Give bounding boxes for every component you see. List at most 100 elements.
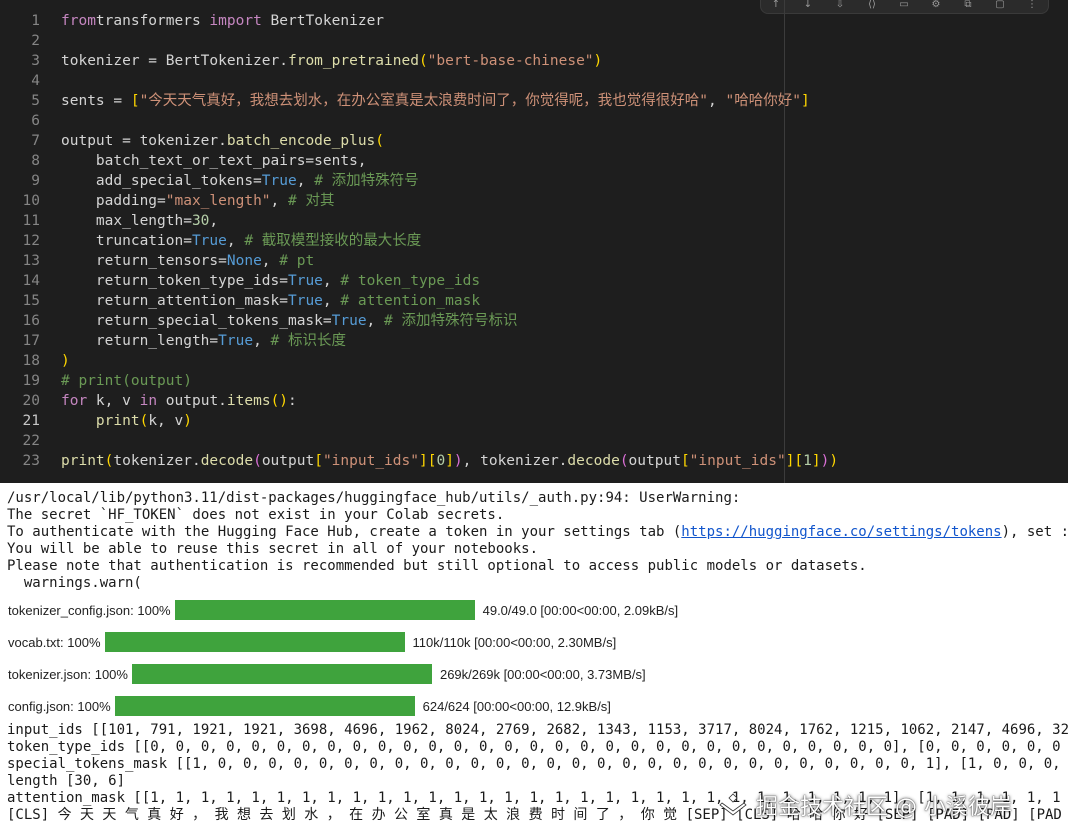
code-token: from: [61, 13, 96, 29]
code-line[interactable]: print(tokenizer.decode(output["input_ids…: [61, 451, 838, 471]
code-token: ): [61, 353, 70, 369]
code-token: 0: [436, 453, 446, 469]
code-token: ,: [296, 173, 315, 189]
warning-line: warnings.warn(: [7, 575, 142, 591]
code-line[interactable]: return_special_tokens_mask=True, # 添加特殊符…: [61, 311, 518, 331]
code-line[interactable]: truncation=True, # 截取模型接收的最大长度: [61, 231, 421, 251]
watermark-text: 掘金技术社区 @ 小溪彼岸: [756, 795, 1012, 820]
code-token: 30: [191, 213, 210, 229]
code-token: output = tokenizer.: [61, 133, 227, 149]
code-token: None: [226, 253, 262, 269]
code-token: ): [183, 413, 192, 429]
line-number: 7: [31, 133, 40, 149]
code-line[interactable]: # print(output): [61, 371, 192, 391]
code-token: "bert-base-chinese": [427, 53, 594, 69]
code-line[interactable]: return_token_type_ids=True, # token_type…: [61, 271, 480, 291]
line-number: 12: [22, 233, 40, 249]
code-token: (): [270, 393, 289, 409]
code-editor[interactable]: ↑ ↓ ⇩ ⟨⟩ ▭ ⚙ ⧉ ▢ ⋮ 1 2 3 4 5 6 7 8 9 10 11 12 13 14 15…: [0, 0, 1068, 483]
code-token: in: [139, 393, 158, 409]
code-token: [: [130, 93, 140, 109]
progress-row: config.json: 100% 624/624 [00:00<00:00, …: [8, 696, 611, 716]
code-token: from_pretrained: [287, 53, 419, 69]
line-number: 22: [22, 433, 40, 449]
code-token: "input_ids": [689, 453, 786, 469]
code-line[interactable]: return_attention_mask=True, # attention_…: [61, 291, 480, 311]
juejin-logo-icon: [719, 793, 747, 816]
code-line[interactable]: tokenizer = BertTokenizer.from_pretraine…: [61, 51, 602, 71]
code-area[interactable]: fromtransformers import BertTokenizer tok…: [61, 0, 1061, 483]
progress-label: tokenizer_config.json: 100%: [8, 602, 171, 618]
code-token: ][: [418, 453, 437, 469]
code-token: (: [375, 133, 385, 149]
code-token: ): [453, 453, 463, 469]
code-line[interactable]: for k, v in output.items():: [61, 391, 297, 411]
code-token: print: [95, 413, 140, 429]
code-token: k, v: [87, 393, 140, 409]
code-token: k, v: [148, 413, 184, 429]
code-token: truncation=: [61, 233, 192, 249]
code-token: decode: [200, 453, 254, 469]
warning-text: To authenticate with the Hugging Face Hu…: [7, 524, 682, 540]
code-token: # print(output): [61, 373, 192, 389]
code-token: # 截取模型接收的最大长度: [244, 233, 422, 249]
code-token: ,: [322, 273, 341, 289]
code-token: output: [261, 453, 315, 469]
progress-stats: 624/624 [00:00<00:00, 12.9kB/s]: [422, 698, 611, 714]
code-token: decode: [567, 453, 620, 469]
code-token: ][: [785, 453, 804, 469]
code-token: "input_ids": [322, 453, 419, 469]
code-token: import: [209, 13, 262, 29]
code-token: (: [418, 53, 428, 69]
code-line[interactable]: ): [61, 351, 70, 371]
code-token: transformers: [95, 13, 210, 29]
code-token: True: [218, 333, 254, 349]
line-number: 1: [31, 13, 40, 29]
settings-link[interactable]: https://huggingface.co/settings/tokens: [681, 524, 1001, 540]
code-line[interactable]: max_length=30,: [61, 211, 218, 231]
watermark: 掘金技术社区 @ 小溪彼岸: [718, 780, 1068, 830]
warning-line: You will be able to reuse this secret in…: [7, 541, 539, 557]
line-number: 14: [22, 273, 40, 289]
code-line[interactable]: output = tokenizer.batch_encode_plus(: [61, 131, 384, 151]
code-line[interactable]: sents = ["今天天气真好，我想去划水，在办公室真是太浪费时间了，你觉得呢…: [61, 91, 810, 111]
code-line[interactable]: print(k, v): [61, 411, 192, 431]
code-token: output.: [157, 393, 227, 409]
progress-row: tokenizer.json: 100% 269k/269k [00:00<00…: [8, 664, 646, 684]
code-token: for: [61, 393, 88, 409]
code-token: (: [619, 453, 629, 469]
code-line[interactable]: fromtransformers import BertTokenizer: [61, 11, 384, 31]
code-token: # 标识长度: [270, 333, 346, 349]
line-number: 20: [22, 393, 40, 409]
result-line: length [30, 6]: [7, 773, 126, 789]
progress-stats: 49.0/49.0 [00:00<00:00, 2.09kB/s]: [482, 602, 679, 618]
code-token: ,: [270, 193, 288, 209]
code-token: ]: [800, 93, 810, 109]
line-number: 9: [31, 173, 40, 189]
code-token: True: [287, 273, 323, 289]
code-token: ,: [226, 233, 245, 249]
code-line[interactable]: batch_text_or_text_pairs=sents,: [61, 151, 367, 171]
code-line[interactable]: return_tensors=None, # pt: [61, 251, 314, 271]
code-token: ,: [209, 213, 219, 229]
warning-suffix: ), set :: [1001, 524, 1068, 540]
code-line[interactable]: padding="max_length", # 对其: [61, 191, 335, 211]
line-number: 5: [31, 93, 40, 109]
code-token: print: [61, 453, 105, 469]
code-token: tokenizer = BertTokenizer.: [61, 53, 288, 69]
code-line[interactable]: add_special_tokens=True, # 添加特殊符号: [61, 171, 419, 191]
warning-line: To authenticate with the Hugging Face Hu…: [7, 524, 1068, 541]
code-token: True: [287, 293, 323, 309]
progress-label: tokenizer.json: 100%: [8, 666, 128, 682]
code-token: ,: [322, 293, 341, 309]
line-number: 21: [22, 413, 40, 429]
progress-stats: 110k/110k [00:00<00:00, 2.30MB/s]: [412, 634, 617, 650]
progress-bar: [174, 600, 475, 620]
code-line[interactable]: return_length=True, # 标识长度: [61, 331, 346, 351]
line-number: 10: [22, 193, 40, 209]
code-token: output: [628, 453, 681, 469]
code-token: ,: [708, 93, 726, 109]
code-token: (: [253, 453, 262, 469]
line-number: 11: [22, 213, 40, 229]
